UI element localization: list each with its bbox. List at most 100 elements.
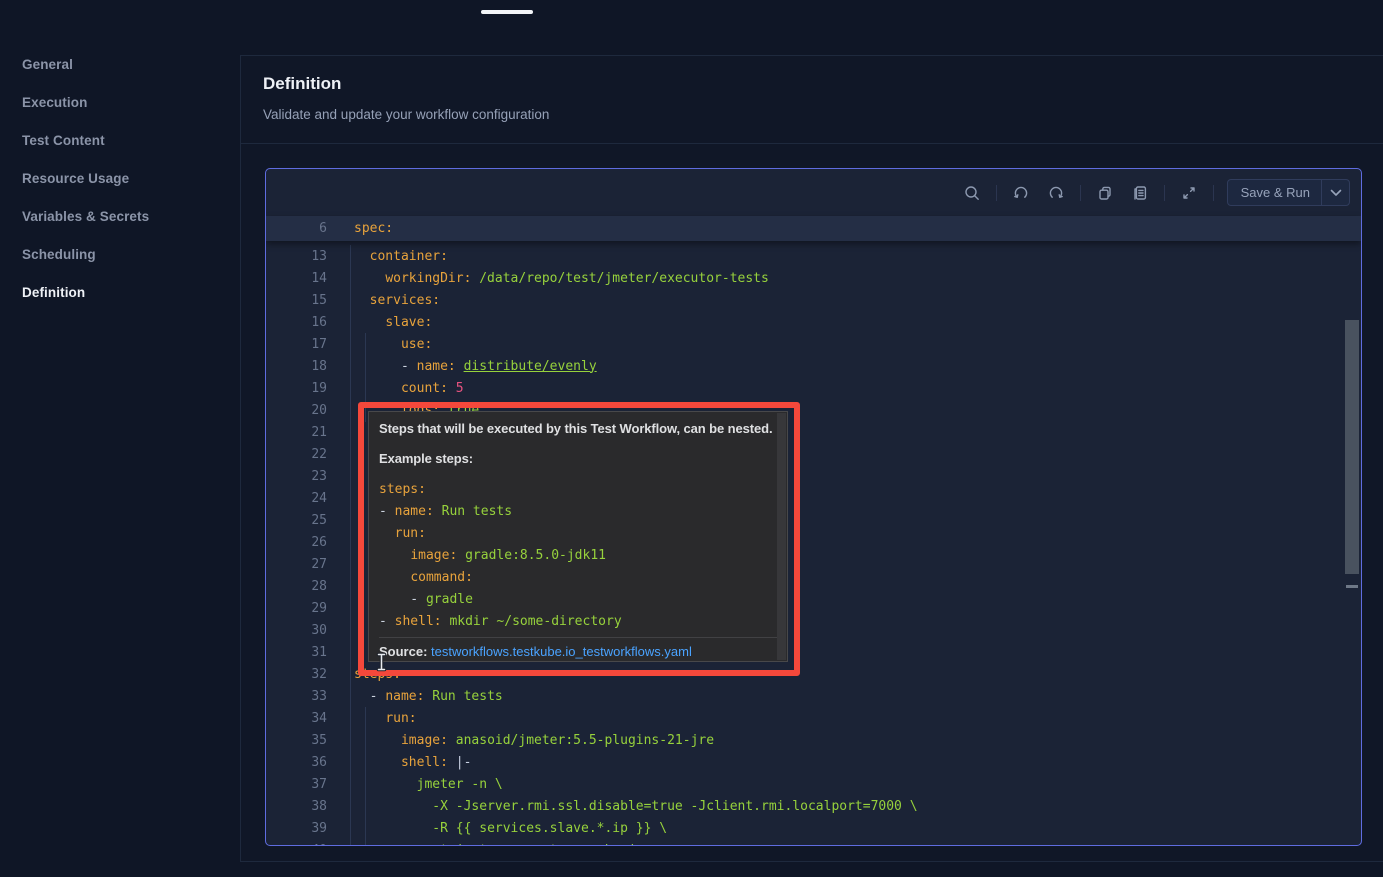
code-line-19[interactable]: 19 count: 5 bbox=[266, 377, 1346, 399]
code-line-text: container: bbox=[354, 249, 448, 264]
code-line-text: -R {{ services.slave.*.ip }} \ bbox=[354, 821, 667, 836]
copy-icon[interactable] bbox=[1094, 182, 1116, 204]
page-title: Definition bbox=[263, 74, 341, 94]
line-number: 20 bbox=[266, 403, 327, 418]
code-line-text: use: bbox=[354, 337, 432, 352]
line-number: 27 bbox=[266, 557, 327, 572]
tooltip-code-line: run: bbox=[379, 523, 777, 545]
tooltip-code-block: steps:- name: Run tests run: image: grad… bbox=[379, 479, 777, 633]
code-line-text: -X -Jserver.rmi.ssl.disable=true -Jclien… bbox=[354, 799, 918, 814]
line-number: 28 bbox=[266, 579, 327, 594]
line-number: 19 bbox=[266, 381, 327, 396]
code-line-18[interactable]: 18 - name: distribute/evenly bbox=[266, 355, 1346, 377]
code-line-33[interactable]: 33 - name: Run tests bbox=[266, 685, 1346, 707]
sidebar-item-general[interactable]: General bbox=[22, 45, 222, 83]
sidebar-item-scheduling[interactable]: Scheduling bbox=[22, 235, 222, 273]
line-number: 17 bbox=[266, 337, 327, 352]
line-number: 23 bbox=[266, 469, 327, 484]
editor-scrollbar-thumb[interactable] bbox=[1345, 320, 1359, 574]
code-line-text: -t jmeter-executor-smoke.jmx bbox=[354, 843, 651, 846]
line-number: 34 bbox=[266, 711, 327, 726]
tooltip-code-line: - gradle bbox=[379, 589, 777, 611]
code-line-text: shell: |- bbox=[354, 755, 471, 770]
code-line-text: run: bbox=[354, 711, 417, 726]
line-number: 36 bbox=[266, 755, 327, 770]
source-link[interactable]: testworkflows.testkube.io_testworkflows.… bbox=[431, 644, 692, 659]
code-line-15[interactable]: 15 services: bbox=[266, 289, 1346, 311]
app-window: GeneralExecutionTest ContentResource Usa… bbox=[0, 0, 1383, 877]
line-number: 37 bbox=[266, 777, 327, 792]
chevron-down-icon[interactable] bbox=[1322, 189, 1349, 197]
code-line-text: - name: Run tests bbox=[354, 689, 503, 704]
sidebar-item-resource-usage[interactable]: Resource Usage bbox=[22, 159, 222, 197]
line-number: 21 bbox=[266, 425, 327, 440]
line-number: 40 bbox=[266, 843, 327, 846]
line-number: 22 bbox=[266, 447, 327, 462]
save-and-run-button[interactable]: Save & Run bbox=[1227, 179, 1350, 206]
tooltip-code-line: image: gradle:8.5.0-jdk11 bbox=[379, 545, 777, 567]
page-subtitle: Validate and update your workflow config… bbox=[263, 107, 549, 122]
redo-icon[interactable] bbox=[1045, 182, 1067, 204]
toolbar-divider bbox=[1080, 185, 1081, 201]
sidebar-list: GeneralExecutionTest ContentResource Usa… bbox=[22, 45, 222, 311]
code-line-39[interactable]: 39 -R {{ services.slave.*.ip }} \ bbox=[266, 817, 1346, 839]
toolbar-divider bbox=[1164, 185, 1165, 201]
line-number: 24 bbox=[266, 491, 327, 506]
panel-header: Definition Validate and update your work… bbox=[241, 56, 1383, 144]
sidebar-item-execution[interactable]: Execution bbox=[22, 83, 222, 121]
code-line-35[interactable]: 35 image: anasoid/jmeter:5.5-plugins-21-… bbox=[266, 729, 1346, 751]
tooltip-source-row: Source: testworkflows.testkube.io_testwo… bbox=[379, 637, 777, 661]
sticky-code: spec: bbox=[354, 221, 393, 236]
code-line-34[interactable]: 34 run: bbox=[266, 707, 1346, 729]
line-number: 33 bbox=[266, 689, 327, 704]
tooltip-code-line: command: bbox=[379, 567, 777, 589]
code-line-text: - name: distribute/evenly bbox=[354, 359, 597, 374]
line-number: 39 bbox=[266, 821, 327, 836]
settings-sidebar: GeneralExecutionTest ContentResource Usa… bbox=[22, 45, 222, 311]
tooltip-code-line: - shell: mkdir ~/some-directory bbox=[379, 611, 777, 633]
sticky-scroll-line[interactable]: 6 spec: bbox=[266, 216, 1361, 241]
code-line-38[interactable]: 38 -X -Jserver.rmi.ssl.disable=true -Jcl… bbox=[266, 795, 1346, 817]
toolbar-divider bbox=[1213, 185, 1214, 201]
code-line-text: count: 5 bbox=[354, 381, 464, 396]
paste-icon[interactable] bbox=[1129, 182, 1151, 204]
text-cursor-icon bbox=[375, 652, 389, 677]
line-number: 13 bbox=[266, 249, 327, 264]
fullscreen-icon[interactable] bbox=[1178, 182, 1200, 204]
code-line-40[interactable]: 40 -t jmeter-executor-smoke.jmx bbox=[266, 839, 1346, 845]
line-number: 14 bbox=[266, 271, 327, 286]
code-line-36[interactable]: 36 shell: |- bbox=[266, 751, 1346, 773]
save-and-run-label: Save & Run bbox=[1228, 185, 1321, 200]
sidebar-item-variables-secrets[interactable]: Variables & Secrets bbox=[22, 197, 222, 235]
tooltip-subheading: Example steps: bbox=[379, 450, 777, 468]
code-line-16[interactable]: 16 slave: bbox=[266, 311, 1346, 333]
scrollbar-marker bbox=[1346, 585, 1358, 588]
tooltip-heading: Steps that will be executed by this Test… bbox=[379, 420, 777, 438]
line-number: 18 bbox=[266, 359, 327, 374]
code-line-37[interactable]: 37 jmeter -n \ bbox=[266, 773, 1346, 795]
line-number: 15 bbox=[266, 293, 327, 308]
line-number: 32 bbox=[266, 667, 327, 682]
toolbar-divider bbox=[996, 185, 997, 201]
code-line-14[interactable]: 14 workingDir: /data/repo/test/jmeter/ex… bbox=[266, 267, 1346, 289]
code-line-13[interactable]: 13 container: bbox=[266, 245, 1346, 267]
sidebar-item-definition[interactable]: Definition bbox=[22, 273, 222, 311]
code-line-17[interactable]: 17 use: bbox=[266, 333, 1346, 355]
code-line-text: image: anasoid/jmeter:5.5-plugins-21-jre bbox=[354, 733, 714, 748]
sidebar-item-test-content[interactable]: Test Content bbox=[22, 121, 222, 159]
code-line-text: jmeter -n \ bbox=[354, 777, 503, 792]
line-number: 29 bbox=[266, 601, 327, 616]
line-number: 16 bbox=[266, 315, 327, 330]
window-tab-indicator bbox=[481, 10, 533, 14]
tooltip-scrollbar[interactable] bbox=[777, 413, 786, 660]
line-number: 31 bbox=[266, 645, 327, 660]
search-icon[interactable] bbox=[961, 182, 983, 204]
tooltip-code-line: steps: bbox=[379, 479, 777, 501]
line-number: 38 bbox=[266, 799, 327, 814]
undo-icon[interactable] bbox=[1010, 182, 1032, 204]
line-number: 30 bbox=[266, 623, 327, 638]
line-number: 6 bbox=[266, 221, 327, 236]
code-line-text: slave: bbox=[354, 315, 432, 330]
line-number: 35 bbox=[266, 733, 327, 748]
hover-tooltip: Steps that will be executed by this Test… bbox=[368, 411, 788, 662]
